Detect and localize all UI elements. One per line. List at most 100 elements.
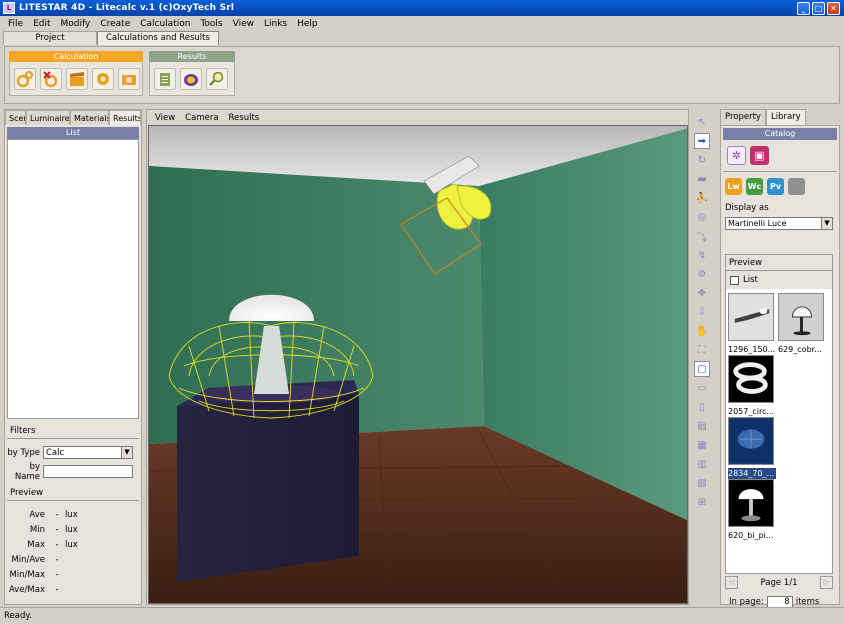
calculate-button[interactable]	[14, 67, 36, 90]
lamp-thumbnail	[728, 293, 774, 341]
stat-row: Min - lux	[29, 524, 78, 535]
chevron-down-icon[interactable]: ▼	[821, 218, 832, 229]
menu-modify[interactable]: Modify	[56, 19, 96, 29]
menu-create[interactable]: Create	[95, 19, 135, 29]
thumbnail-item[interactable]: 2057_circ...	[728, 355, 776, 417]
3d-viewport[interactable]	[148, 125, 688, 604]
lw-format-icon[interactable]: Lw	[725, 178, 742, 195]
curve-icon[interactable]: ↯	[694, 247, 710, 263]
down-arrow-icon[interactable]: ⇩	[694, 304, 710, 320]
move-arrow-icon[interactable]: ➡	[694, 133, 710, 149]
grid-view-icon[interactable]: ▧	[694, 475, 710, 491]
clipboard-icon	[160, 72, 170, 86]
furniture-catalog-icon[interactable]: ▣	[750, 146, 769, 165]
close-button[interactable]: ✕	[827, 1, 840, 15]
thumbnail-item[interactable]: 620_bi_pi...	[728, 479, 776, 541]
results-list[interactable]	[7, 139, 139, 419]
menu-tools[interactable]: Tools	[195, 19, 227, 29]
by-name-input[interactable]	[43, 465, 133, 478]
pv-format-icon[interactable]: Pv	[767, 178, 784, 195]
layout-view-icon[interactable]: ▦	[694, 437, 710, 453]
perspective-view-icon[interactable]: ▢	[694, 361, 710, 377]
report-button[interactable]	[154, 67, 176, 90]
preview-box: Preview List 1296_150... 629_cobr... 205…	[725, 254, 833, 574]
tab-library[interactable]: Library	[765, 109, 806, 125]
render-icon	[97, 72, 109, 85]
tab-property[interactable]: Property	[720, 109, 766, 125]
left-panel: Scen Luminaires Materials Results List F…	[4, 109, 142, 605]
walk-icon[interactable]: ⛹	[694, 190, 710, 206]
chevron-down-icon[interactable]: ▼	[121, 447, 132, 458]
tilt-icon[interactable]: ⤵	[694, 228, 710, 244]
wc-format-icon[interactable]: Wc	[746, 178, 763, 195]
pointer-icon[interactable]: ↖	[694, 114, 710, 130]
front-view-icon[interactable]: ▭	[694, 380, 710, 396]
right-panel: Property Library Catalog ✲ ▣ Lw Wc Pv Di…	[720, 109, 840, 608]
lamp-thumbnail	[778, 293, 824, 341]
zoom-results-button[interactable]	[206, 67, 228, 90]
list-checkbox-label: List	[743, 275, 758, 285]
pager: ◁ Page 1/1 ▷	[725, 576, 833, 589]
thumbnail-item[interactable]: 629_cobr...	[778, 293, 826, 355]
display-as-value: Martinelli Luce	[728, 219, 787, 228]
stat-row: Ave - lux	[29, 509, 78, 520]
tab-materials[interactable]: Materials	[70, 110, 109, 125]
menu-calculation[interactable]: Calculation	[135, 19, 195, 29]
viewport-menu-camera[interactable]: Camera	[180, 113, 223, 123]
tab-calculations-and-results[interactable]: Calculations and Results	[97, 31, 219, 45]
minimize-button[interactable]: _	[797, 1, 810, 15]
preview-label: Preview	[726, 255, 832, 271]
list-checkbox-row: List	[726, 271, 832, 289]
gear-delete-icon	[43, 70, 58, 87]
menu-file[interactable]: File	[3, 19, 28, 29]
luminaire-catalog-icon[interactable]: ✲	[727, 146, 746, 165]
menu-view[interactable]: View	[228, 19, 259, 29]
calculation-group: Calculation	[9, 51, 143, 101]
top-view-icon[interactable]: ▤	[694, 418, 710, 434]
lamp-thumbnail	[728, 479, 774, 527]
list-checkbox[interactable]	[730, 275, 739, 285]
camera-button[interactable]	[118, 67, 140, 90]
quad-view-icon[interactable]: ⊞	[694, 494, 710, 510]
orbit-icon[interactable]: ◎	[694, 209, 710, 225]
thumbnail-item[interactable]: 2834_70_...	[728, 417, 776, 479]
move-all-icon[interactable]: ✥	[694, 285, 710, 301]
clapper-button[interactable]	[66, 67, 88, 90]
thumbnail-item[interactable]: 1296_150...	[728, 293, 776, 355]
menu-edit[interactable]: Edit	[28, 19, 55, 29]
main-tabs: Project Calculations and Results	[3, 31, 219, 46]
display-as-select[interactable]: Martinelli Luce ▼	[725, 217, 833, 230]
split-view-icon[interactable]: ▥	[694, 456, 710, 472]
left-tabs: Scen Luminaires Materials Results	[5, 110, 141, 125]
right-tabs: Property Library	[720, 109, 840, 125]
viewport-menu: View Camera Results	[147, 110, 688, 125]
window-title: LITESTAR 4D - Litecalc v.1 (c)OxyTech Sr…	[19, 3, 235, 13]
tab-scene[interactable]: Scen	[5, 110, 26, 125]
gear-icon[interactable]: ⚙	[694, 266, 710, 282]
menu-help[interactable]: Help	[292, 19, 323, 29]
tab-luminaires[interactable]: Luminaires	[26, 110, 70, 125]
viewport-menu-view[interactable]: View	[150, 113, 180, 123]
fit-view-icon[interactable]: ⛶	[694, 342, 710, 358]
viewport-menu-results[interactable]: Results	[224, 113, 265, 123]
hand-icon[interactable]: ✋	[694, 323, 710, 339]
stat-row: Min/Max -	[9, 569, 59, 580]
by-type-select[interactable]: Calc ▼	[43, 446, 133, 459]
rotate-icon[interactable]: ↻	[694, 152, 710, 168]
camera-icon	[122, 74, 136, 85]
display-as-label: Display as	[725, 203, 769, 213]
room-render	[149, 126, 687, 603]
side-view-icon[interactable]: ▯	[694, 399, 710, 415]
gray-format-icon[interactable]	[788, 178, 805, 195]
render-button[interactable]	[92, 67, 114, 90]
isolux-button[interactable]	[180, 67, 202, 90]
delete-calculation-button[interactable]	[40, 67, 62, 90]
by-type-row: by Type Calc ▼	[5, 444, 141, 461]
menu-links[interactable]: Links	[259, 19, 292, 29]
tab-results[interactable]: Results	[109, 110, 141, 125]
tab-project[interactable]: Project	[3, 31, 97, 45]
next-page-button[interactable]: ▷	[820, 576, 833, 589]
maximize-button[interactable]: □	[812, 1, 825, 15]
prev-page-button[interactable]: ◁	[725, 576, 738, 589]
pan-icon[interactable]: ▬	[694, 171, 710, 187]
